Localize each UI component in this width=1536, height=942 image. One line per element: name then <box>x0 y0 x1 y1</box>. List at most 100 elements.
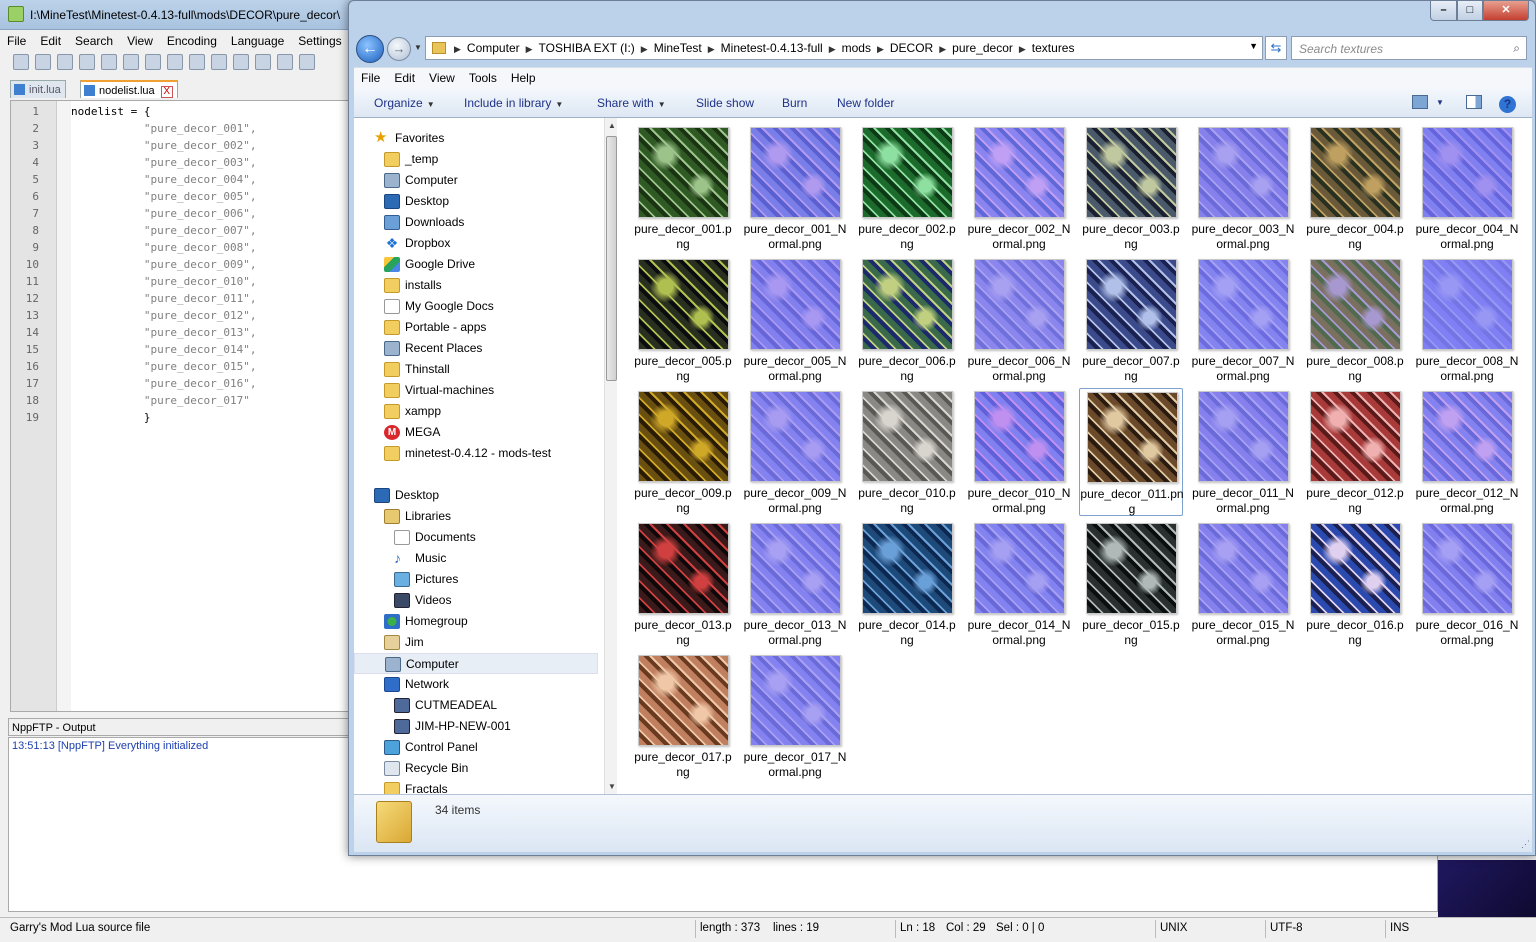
print-icon[interactable] <box>145 54 161 70</box>
menu-item[interactable]: Edit <box>387 68 422 88</box>
file-tile[interactable]: pure_decor_008.png <box>1303 256 1407 384</box>
menu-item[interactable]: File <box>0 32 33 50</box>
file-tile[interactable]: pure_decor_015_Normal.png <box>1191 520 1295 648</box>
nav-item[interactable]: ❖ Dropbox <box>354 233 598 254</box>
new-file-icon[interactable] <box>13 54 29 70</box>
menu-item[interactable]: Edit <box>33 32 68 50</box>
nav-item[interactable]: xampp <box>354 401 598 422</box>
menu-item[interactable]: View <box>422 68 462 88</box>
file-tile[interactable]: pure_decor_001.png <box>631 124 735 252</box>
cut-icon[interactable] <box>167 54 183 70</box>
nav-item[interactable]: ★ Favorites <box>354 128 598 149</box>
breadcrumb-chevron-icon[interactable]: ▶ <box>454 44 461 54</box>
file-tile[interactable]: pure_decor_015.png <box>1079 520 1183 648</box>
file-tile[interactable]: pure_decor_003_Normal.png <box>1191 124 1295 252</box>
navigation-scrollbar[interactable]: ▲ ▼ <box>604 118 618 794</box>
nav-item[interactable]: Jim <box>354 632 598 653</box>
breadcrumb-item[interactable]: TOSHIBA EXT (I:) <box>539 41 635 55</box>
replace-icon[interactable] <box>299 54 315 70</box>
nav-item[interactable]: Downloads <box>354 212 598 233</box>
breadcrumb-item[interactable]: Minetest-0.4.13-full <box>721 41 823 55</box>
file-tile[interactable]: pure_decor_002_Normal.png <box>967 124 1071 252</box>
resize-grip-icon[interactable]: ⋰ <box>1521 839 1530 850</box>
nav-item[interactable]: Virtual-machines <box>354 380 598 401</box>
address-dropdown-icon[interactable]: ▼ <box>1249 41 1258 51</box>
file-tile[interactable]: pure_decor_006_Normal.png <box>967 256 1071 384</box>
file-tile[interactable]: pure_decor_016_Normal.png <box>1415 520 1519 648</box>
file-tile[interactable]: pure_decor_017_Normal.png <box>743 652 847 780</box>
share-with-button[interactable]: Share with ▼ <box>597 96 666 110</box>
nav-item[interactable]: CUTMEADEAL <box>354 695 598 716</box>
minimize-button[interactable]: – <box>1430 1 1457 21</box>
file-tile[interactable]: pure_decor_004.png <box>1303 124 1407 252</box>
preview-pane-icon[interactable] <box>1466 95 1482 109</box>
include-in-library-button[interactable]: Include in library ▼ <box>464 96 563 110</box>
file-tile[interactable]: pure_decor_002.png <box>855 124 959 252</box>
search-icon[interactable]: ⌕ <box>1513 41 1520 56</box>
file-tile[interactable]: pure_decor_011.png <box>1079 388 1184 516</box>
save-all-icon[interactable] <box>79 54 95 70</box>
nav-item[interactable]: Libraries <box>354 506 598 527</box>
breadcrumb-chevron-icon[interactable]: ▶ <box>526 44 533 54</box>
file-tile[interactable]: pure_decor_008_Normal.png <box>1415 256 1519 384</box>
nav-item[interactable]: Portable - apps <box>354 317 598 338</box>
find-icon[interactable] <box>277 54 293 70</box>
close-all-icon[interactable] <box>123 54 139 70</box>
file-tile[interactable]: pure_decor_009.png <box>631 388 735 516</box>
search-input[interactable]: Search textures ⌕ <box>1291 36 1527 60</box>
file-tile[interactable]: pure_decor_007_Normal.png <box>1191 256 1295 384</box>
nav-item[interactable]: Documents <box>354 527 598 548</box>
file-tile[interactable]: pure_decor_003.png <box>1079 124 1183 252</box>
file-tile[interactable]: pure_decor_009_Normal.png <box>743 388 847 516</box>
organize-button[interactable]: Organize ▼ <box>374 96 435 110</box>
nav-item[interactable]: Pictures <box>354 569 598 590</box>
close-tab-icon[interactable]: X <box>160 86 173 98</box>
nav-item[interactable]: Videos <box>354 590 598 611</box>
back-button[interactable]: ← <box>356 35 384 63</box>
forward-button[interactable]: → <box>387 37 411 61</box>
menu-item[interactable]: File <box>354 68 387 88</box>
breadcrumb-item[interactable]: pure_decor <box>952 41 1013 55</box>
breadcrumb-item[interactable]: DECOR <box>890 41 933 55</box>
copy-icon[interactable] <box>189 54 205 70</box>
file-tab[interactable]: init.lua <box>10 80 66 98</box>
file-tile[interactable]: pure_decor_014.png <box>855 520 959 648</box>
file-tile[interactable]: pure_decor_016.png <box>1303 520 1407 648</box>
nav-item[interactable]: Desktop <box>354 191 598 212</box>
breadcrumb-chevron-icon[interactable]: ▶ <box>939 44 946 54</box>
menu-item[interactable]: Tools <box>462 68 504 88</box>
refresh-button[interactable]: ⇆ <box>1265 36 1287 60</box>
nav-item[interactable]: Control Panel <box>354 737 598 758</box>
nav-item[interactable]: Google Drive <box>354 254 598 275</box>
nav-item[interactable]: Computer <box>354 170 598 191</box>
nav-item[interactable]: JIM-HP-NEW-001 <box>354 716 598 737</box>
nav-item[interactable]: Homegroup <box>354 611 598 632</box>
menu-item[interactable]: Help <box>504 68 543 88</box>
file-tile[interactable]: pure_decor_012.png <box>1303 388 1407 516</box>
file-tile[interactable]: pure_decor_014_Normal.png <box>967 520 1071 648</box>
recent-pages-dropdown[interactable]: ▼ <box>414 43 422 52</box>
paste-icon[interactable] <box>211 54 227 70</box>
scrollbar-thumb[interactable] <box>606 136 617 381</box>
breadcrumb-item[interactable]: textures <box>1032 41 1075 55</box>
close-icon[interactable] <box>101 54 117 70</box>
nav-item[interactable]: ♪ Music <box>354 548 598 569</box>
breadcrumb-chevron-icon[interactable]: ▶ <box>877 44 884 54</box>
file-tile[interactable]: pure_decor_013_Normal.png <box>743 520 847 648</box>
nav-item[interactable]: Recycle Bin <box>354 758 598 779</box>
file-tile[interactable]: pure_decor_004_Normal.png <box>1415 124 1519 252</box>
menu-item[interactable]: Encoding <box>160 32 224 50</box>
file-tile[interactable]: pure_decor_006.png <box>855 256 959 384</box>
menu-item[interactable]: Search <box>68 32 120 50</box>
open-file-icon[interactable] <box>35 54 51 70</box>
save-icon[interactable] <box>57 54 73 70</box>
nav-item[interactable]: Desktop <box>354 485 598 506</box>
breadcrumb-item[interactable]: Computer <box>467 41 520 55</box>
redo-icon[interactable] <box>255 54 271 70</box>
file-tile[interactable]: pure_decor_007.png <box>1079 256 1183 384</box>
breadcrumb-chevron-icon[interactable]: ▶ <box>641 44 648 54</box>
menu-item[interactable]: Settings <box>291 32 348 50</box>
file-tile[interactable]: pure_decor_017.png <box>631 652 735 780</box>
nav-item[interactable]: Network <box>354 674 598 695</box>
code-editor[interactable]: 1 2 3 4 5 6 7 8 9 10 11 12 13 14 15 16 17 18 19 nodelist =… <box>10 100 350 712</box>
